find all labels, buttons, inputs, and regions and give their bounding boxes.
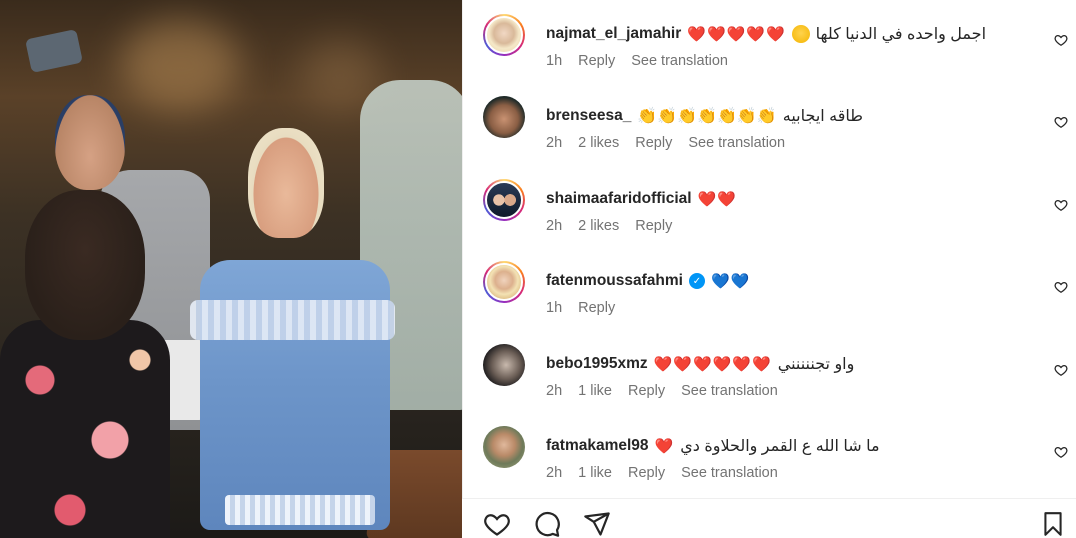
avatar[interactable] xyxy=(483,14,525,56)
heart-emojis: ❤️ xyxy=(654,438,675,455)
clapping-hands-emojis: 👏👏👏👏👏👏👏 xyxy=(637,108,777,125)
reply-button[interactable]: Reply xyxy=(628,465,665,481)
heart-outline-icon[interactable] xyxy=(1049,110,1073,134)
comment-item: fatmakamel98 ❤️ ما شا الله ع القمر والحل… xyxy=(483,412,1073,494)
heart-outline-icon[interactable] xyxy=(1049,193,1073,217)
avatar[interactable] xyxy=(483,261,525,303)
username[interactable]: fatenmoussafahmi xyxy=(546,272,683,290)
comment-line: shaimaafaridofficial ❤️❤️ xyxy=(546,187,1023,211)
comment-meta: 1h Reply See translation xyxy=(546,53,728,69)
comment-meta: 2h 1 like Reply See translation xyxy=(546,383,778,399)
username[interactable]: fatmakamel98 xyxy=(546,437,649,455)
comment-item: fatenmoussafahmi ✓ 💙💙 1h Reply xyxy=(483,247,1073,329)
see-translation-button[interactable]: See translation xyxy=(688,135,785,151)
person-dark-hair xyxy=(25,190,145,340)
comment-text: واو تجننننني xyxy=(777,356,855,373)
avatar[interactable] xyxy=(483,426,525,468)
likes-count[interactable]: 2 likes xyxy=(578,218,619,234)
reply-button[interactable]: Reply xyxy=(578,300,615,316)
see-translation-button[interactable]: See translation xyxy=(681,383,778,399)
heart-outline-icon[interactable] xyxy=(482,509,512,538)
comment-text: اجمل واحده في الدنيا كلها xyxy=(815,26,987,43)
comments-list[interactable]: najmat_el_jamahir ❤️❤️❤️❤️❤️ اجمل واحده … xyxy=(462,0,1076,498)
see-translation-button[interactable]: See translation xyxy=(631,53,728,69)
comment-time: 2h xyxy=(546,135,563,151)
heart-outline-icon[interactable] xyxy=(1049,28,1073,52)
verified-badge-icon: ✓ xyxy=(688,273,705,289)
comment-text: طاقه ايجابيه xyxy=(782,108,864,125)
username[interactable]: brenseesa_ xyxy=(546,107,631,125)
avatar[interactable] xyxy=(483,96,525,138)
blue-heart-emojis: 💙💙 xyxy=(710,273,751,290)
see-translation-button[interactable]: See translation xyxy=(681,465,778,481)
heart-outline-icon[interactable] xyxy=(1049,358,1073,382)
comment-item: brenseesa_ 👏👏👏👏👏👏👏 طاقه ايجابيه 2h 2 lik… xyxy=(483,82,1073,164)
comment-text: ما شا الله ع القمر والحلاوة دي xyxy=(680,438,880,455)
comment-item: najmat_el_jamahir ❤️❤️❤️❤️❤️ اجمل واحده … xyxy=(483,0,1073,82)
comment-time: 2h xyxy=(546,465,563,481)
likes-count[interactable]: 1 like xyxy=(578,383,612,399)
comment-item: shaimaafaridofficial ❤️❤️ 2h 2 likes Rep… xyxy=(483,165,1073,247)
person-floral-shirt xyxy=(0,320,170,538)
smiling-face-with-hearts-icon xyxy=(791,25,810,43)
comment-icon[interactable] xyxy=(532,509,562,538)
background-light xyxy=(120,20,240,110)
share-icon[interactable] xyxy=(582,509,612,538)
phone xyxy=(25,28,83,74)
comment-time: 2h xyxy=(546,218,563,234)
avatar[interactable] xyxy=(483,344,525,386)
heart-emojis: ❤️❤️ xyxy=(697,191,737,208)
post-media[interactable] xyxy=(0,0,462,538)
username[interactable]: bebo1995xmz xyxy=(546,355,648,373)
comment-meta: 2h 1 like Reply See translation xyxy=(546,465,778,481)
comment-line: najmat_el_jamahir ❤️❤️❤️❤️❤️ اجمل واحده … xyxy=(546,22,1023,46)
comment-item: bebo1995xmz ❤️❤️❤️❤️❤️❤️ واو تجننننني 2h… xyxy=(483,330,1073,412)
heart-emojis: ❤️❤️❤️❤️❤️ xyxy=(687,26,786,43)
reply-button[interactable]: Reply xyxy=(635,135,672,151)
comment-time: 1h xyxy=(546,53,563,69)
reply-button[interactable]: Reply xyxy=(635,218,672,234)
bookmark-icon[interactable] xyxy=(1038,509,1068,538)
likes-count[interactable]: 2 likes xyxy=(578,135,619,151)
comment-meta: 2h 2 likes Reply xyxy=(546,218,672,234)
comment-meta: 1h Reply xyxy=(546,300,615,316)
comment-line: brenseesa_ 👏👏👏👏👏👏👏 طاقه ايجابيه xyxy=(546,104,1023,128)
username[interactable]: shaimaafaridofficial xyxy=(546,190,692,208)
reply-button[interactable]: Reply xyxy=(628,383,665,399)
username[interactable]: najmat_el_jamahir xyxy=(546,25,681,43)
comment-line: fatenmoussafahmi ✓ 💙💙 xyxy=(546,269,1023,293)
dress-lace-hem xyxy=(225,495,375,525)
comment-line: bebo1995xmz ❤️❤️❤️❤️❤️❤️ واو تجننننني xyxy=(546,352,1023,376)
comment-line: fatmakamel98 ❤️ ما شا الله ع القمر والحل… xyxy=(546,434,1023,458)
comment-meta: 2h 2 likes Reply See translation xyxy=(546,135,785,151)
comment-time: 1h xyxy=(546,300,563,316)
reply-button[interactable]: Reply xyxy=(578,53,615,69)
likes-count[interactable]: 1 like xyxy=(578,465,612,481)
heart-outline-icon[interactable] xyxy=(1049,275,1073,299)
person-cap-head xyxy=(55,95,125,190)
dress-lace-trim xyxy=(190,300,395,340)
post-action-bar xyxy=(462,498,1076,538)
comment-time: 2h xyxy=(546,383,563,399)
avatar[interactable] xyxy=(483,179,525,221)
woman-head xyxy=(248,128,324,238)
heart-outline-icon[interactable] xyxy=(1049,440,1073,464)
heart-emojis: ❤️❤️❤️❤️❤️❤️ xyxy=(653,356,772,373)
